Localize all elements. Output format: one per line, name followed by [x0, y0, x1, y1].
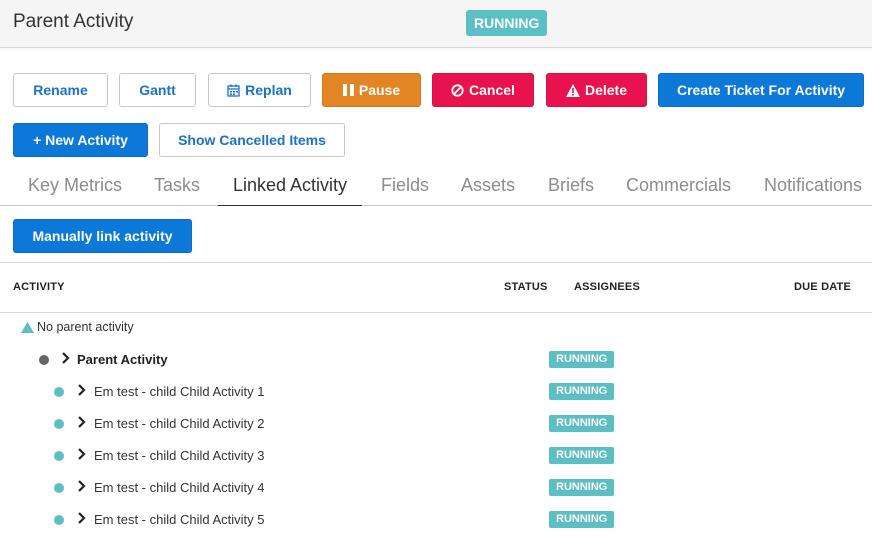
page-header: Parent Activity RUNNING — [0, 0, 872, 48]
status-dot — [54, 483, 64, 493]
tab-notifications[interactable]: Notifications — [749, 166, 872, 206]
status-dot — [54, 451, 64, 461]
manually-link-activity-button[interactable]: Manually link activity — [13, 219, 192, 253]
column-header-due-date[interactable]: DUE DATE — [794, 281, 851, 293]
activity-name[interactable]: Em test - child Child Activity 3 — [94, 448, 265, 463]
activity-name[interactable]: Em test - child Child Activity 1 — [94, 384, 265, 399]
tab-commercials[interactable]: Commercials — [611, 166, 746, 206]
pause-icon — [342, 84, 354, 96]
tab-assets[interactable]: Assets — [446, 166, 530, 206]
chevron-right-icon[interactable] — [76, 382, 88, 398]
status-dot — [54, 387, 64, 397]
calendar-icon — [227, 84, 240, 97]
page-title: Parent Activity — [13, 11, 134, 32]
activity-name[interactable]: Em test - child Child Activity 2 — [94, 416, 265, 431]
column-header-status[interactable]: STATUS — [504, 281, 548, 293]
tab-fields[interactable]: Fields — [366, 166, 444, 206]
cancel-button-label: Cancel — [469, 82, 515, 98]
tab-tasks[interactable]: Tasks — [139, 166, 215, 206]
status-badge: RUNNING — [549, 415, 615, 432]
new-activity-button-label: + New Activity — [33, 132, 128, 148]
chevron-right-icon[interactable] — [76, 510, 88, 526]
ban-icon — [451, 83, 464, 97]
chevron-right-icon[interactable] — [76, 414, 88, 430]
table-row[interactable]: Parent Activity RUNNING — [0, 344, 872, 376]
root-label: No parent activity — [37, 320, 134, 334]
chevron-right-icon[interactable] — [60, 350, 72, 366]
table-row[interactable]: Em test - child Child Activity 4 RUNNING — [0, 472, 872, 504]
show-cancelled-button[interactable]: Show Cancelled Items — [159, 123, 345, 157]
status-badge: RUNNING — [549, 383, 615, 400]
replan-button[interactable]: Replan — [208, 73, 311, 107]
show-cancelled-button-label: Show Cancelled Items — [178, 132, 326, 148]
gantt-button[interactable]: Gantt — [119, 73, 196, 107]
table-header: ACTIVITY STATUS ASSIGNEES DUE DATE — [0, 262, 872, 313]
column-header-activity[interactable]: ACTIVITY — [13, 281, 65, 293]
activity-name[interactable]: Em test - child Child Activity 5 — [94, 512, 265, 527]
tree-root-row: No parent activity — [0, 312, 872, 344]
column-header-assignees[interactable]: ASSIGNEES — [574, 281, 640, 293]
replan-button-label: Replan — [245, 82, 292, 98]
pause-button-label: Pause — [358, 82, 401, 98]
table-row[interactable]: Em test - child Child Activity 5 RUNNING — [0, 504, 872, 536]
tab-key-metrics[interactable]: Key Metrics — [13, 166, 137, 206]
warning-icon — [565, 83, 580, 97]
table-row[interactable]: Em test - child Child Activity 3 RUNNING — [0, 440, 872, 472]
status-badge: RUNNING — [549, 479, 615, 496]
status-badge: RUNNING — [466, 10, 548, 36]
status-dot — [39, 355, 49, 365]
status-dot — [54, 515, 64, 525]
chevron-right-icon[interactable] — [76, 446, 88, 462]
table-row[interactable]: Em test - child Child Activity 1 RUNNING — [0, 376, 872, 408]
tab-linked-activity[interactable]: Linked Activity — [218, 166, 363, 206]
create-ticket-button-label: Create Ticket For Activity — [676, 82, 846, 98]
new-activity-button[interactable]: + New Activity — [13, 123, 148, 157]
tab-briefs[interactable]: Briefs — [533, 166, 609, 206]
pause-button[interactable]: Pause — [322, 73, 421, 107]
status-badge: RUNNING — [549, 447, 615, 464]
status-badge: RUNNING — [549, 511, 615, 528]
cancel-button[interactable]: Cancel — [432, 73, 534, 107]
table-row[interactable]: Em test - child Child Activity 2 RUNNING — [0, 408, 872, 440]
delete-button-label: Delete — [584, 82, 628, 98]
rename-button-label: Rename — [33, 82, 88, 98]
rename-button[interactable]: Rename — [13, 73, 108, 107]
create-ticket-button[interactable]: Create Ticket For Activity — [658, 73, 864, 107]
manually-link-activity-label: Manually link activity — [32, 228, 173, 244]
chevron-right-icon[interactable] — [76, 478, 88, 494]
gantt-button-label: Gantt — [139, 82, 176, 98]
activity-name[interactable]: Parent Activity — [77, 352, 168, 367]
tab-bar: Key Metrics Tasks Linked Activity Fields… — [0, 166, 872, 206]
status-badge: RUNNING — [549, 351, 615, 368]
triangle-icon — [21, 322, 34, 333]
activity-name[interactable]: Em test - child Child Activity 4 — [94, 480, 265, 495]
delete-button[interactable]: Delete — [546, 73, 647, 107]
status-dot — [54, 419, 64, 429]
